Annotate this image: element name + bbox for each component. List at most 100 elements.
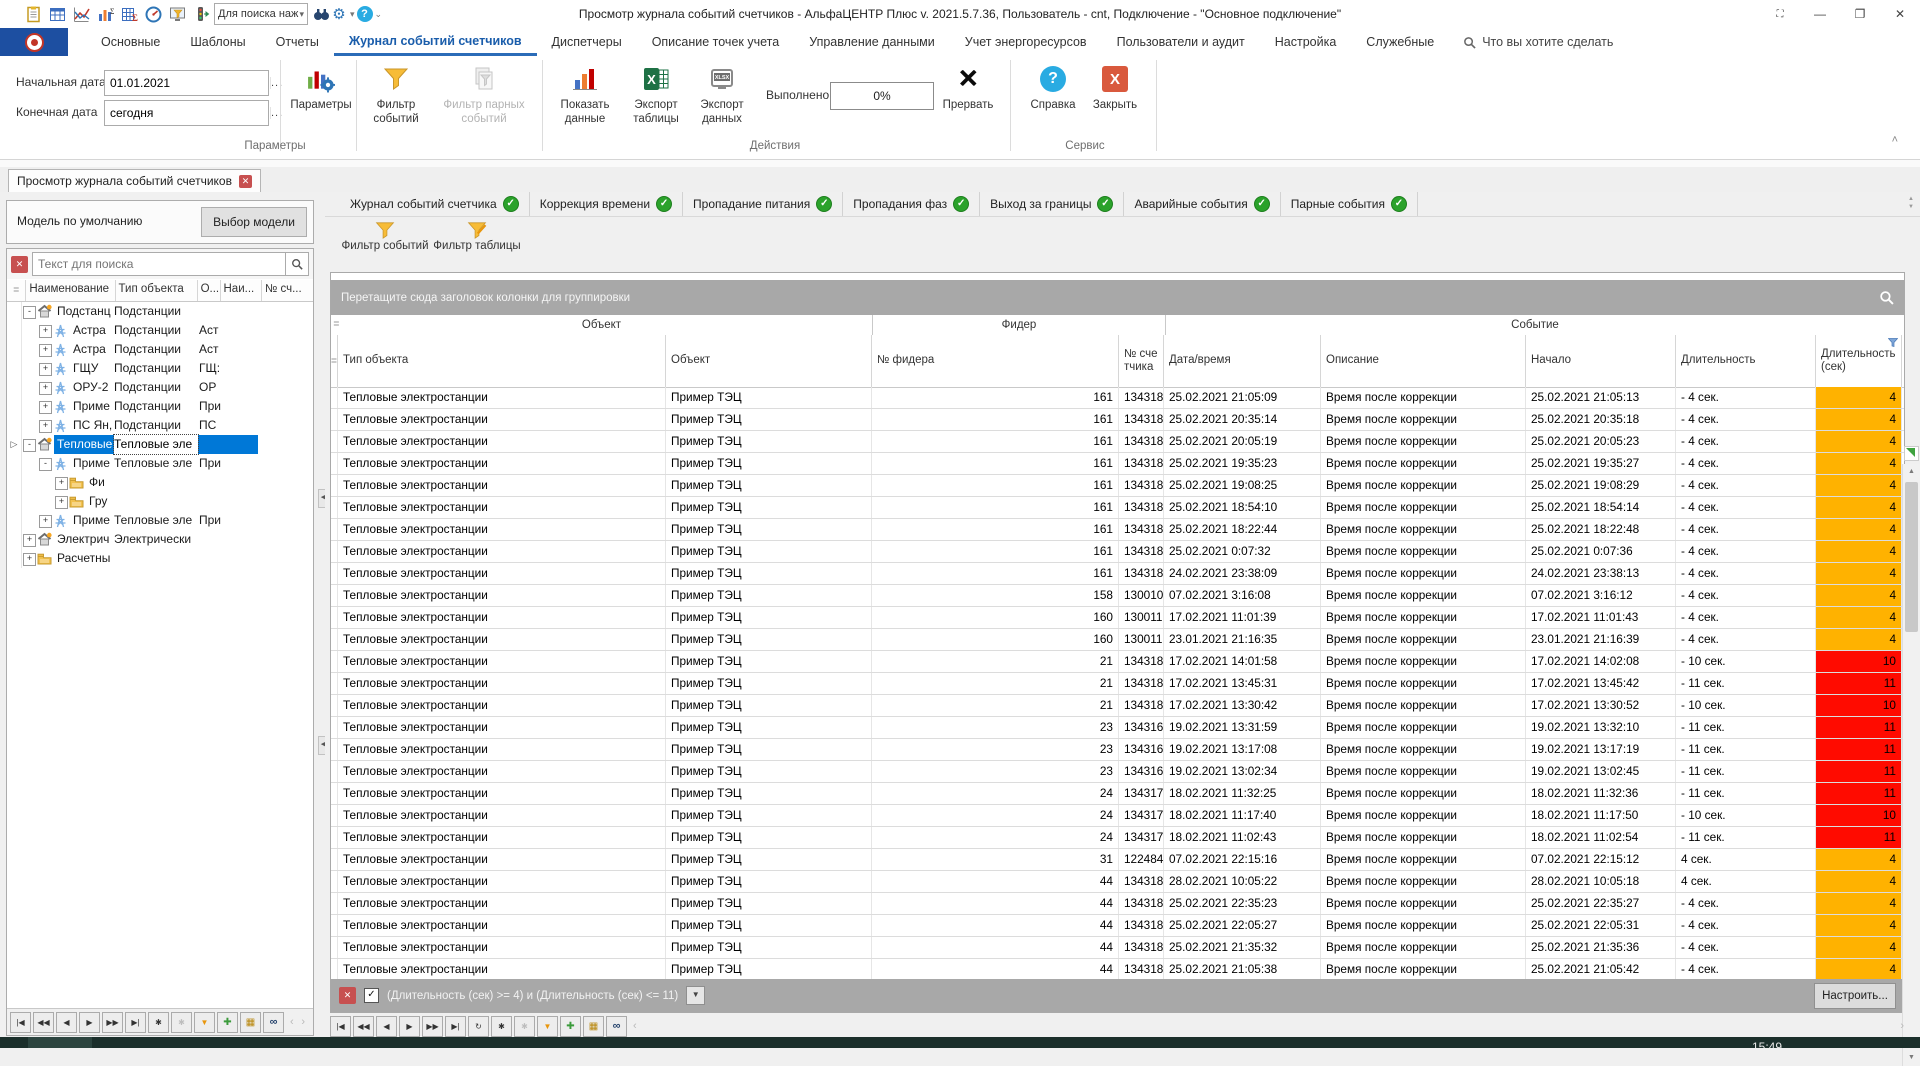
tree-item-1[interactable]: -ПодстанцПодстанции (7, 302, 313, 321)
table-row[interactable]: Тепловые электростанцииПример ТЭЦ2313431… (331, 739, 1904, 761)
customize-filter-button[interactable]: Настроить... (1814, 983, 1896, 1009)
last-button[interactable]: ▶| (125, 1012, 146, 1033)
table-row[interactable]: Тепловые электростанцииПример ТЭЦ2413431… (331, 783, 1904, 805)
close-tool-button[interactable]: X Закрыть (1086, 60, 1144, 138)
start-date-input[interactable] (105, 76, 270, 90)
tree-item-5[interactable]: +ОРУ-2ПодстанцииОР (7, 378, 313, 397)
ribbon-tab-6[interactable]: Описание точек учета (637, 28, 795, 56)
journal-icon[interactable] (24, 5, 42, 23)
taskbar-button[interactable] (28, 1037, 92, 1048)
tree-item-13[interactable]: +ЭлектричЭлектрически (7, 530, 313, 549)
filter-dropdown-icon[interactable]: ▼ (686, 986, 705, 1005)
band-event[interactable]: Событие (1166, 315, 1904, 335)
start-date-browse-button[interactable]: ... (270, 77, 283, 89)
tree-item-4[interactable]: +ГЩУПодстанцииГЩ: (7, 359, 313, 378)
event-tab-7[interactable]: Парные события✓ (1281, 192, 1418, 216)
scroll-left-icon[interactable]: ‹ (290, 1016, 294, 1028)
screen-icon[interactable]: ⛶ (1760, 0, 1800, 28)
filter-events-button[interactable]: Фильтр событий (360, 60, 432, 138)
prev-button[interactable]: ◀ (56, 1012, 77, 1033)
table-row[interactable]: Тепловые электростанцииПример ТЭЦ3112248… (331, 849, 1904, 871)
prev-page-button[interactable]: ◀◀ (353, 1016, 374, 1037)
close-tab-icon[interactable]: ✕ (239, 175, 252, 188)
prev-page-button[interactable]: ◀◀ (33, 1012, 54, 1033)
gauge-icon[interactable] (144, 5, 162, 23)
close-button[interactable]: ✕ (1880, 0, 1920, 28)
maximize-button[interactable]: ❐ (1840, 0, 1880, 28)
tree-search-field[interactable] (32, 252, 309, 276)
column-header-6[interactable]: Описание (1321, 335, 1526, 387)
table-row[interactable]: Тепловые электростанцииПример ТЭЦ1601300… (331, 607, 1904, 629)
tree-item-6[interactable]: +ПримеПодстанцииПри (7, 397, 313, 416)
help-icon[interactable]: ? (357, 6, 373, 22)
document-tab[interactable]: Просмотр журнала событий счетчиков ✕ (8, 169, 261, 192)
column-header-3[interactable]: № фидера (872, 335, 1119, 387)
end-date-input[interactable] (105, 106, 270, 120)
table-row[interactable]: Тепловые электростанцииПример ТЭЦ1611343… (331, 563, 1904, 585)
tree-item-8[interactable]: ▷-ТепловыеТепловые эле (7, 435, 313, 454)
tree-column-nai[interactable]: Наи... (221, 280, 262, 301)
ribbon-tab-8[interactable]: Учет энергоресурсов (950, 28, 1102, 56)
next-button[interactable]: ▶ (79, 1012, 100, 1033)
image-button[interactable]: ▦ (583, 1016, 604, 1037)
prev-button[interactable]: ◀ (376, 1016, 397, 1037)
event-tab-3[interactable]: Пропадание питания✓ (683, 192, 843, 216)
next-page-button[interactable]: ▶▶ (102, 1012, 123, 1033)
table-row[interactable]: Тепловые электростанцииПример ТЭЦ4413431… (331, 937, 1904, 959)
scroll-down-icon[interactable]: ▼ (1903, 1050, 1920, 1066)
band-feeder[interactable]: Фидер (873, 315, 1166, 335)
next-page-button[interactable]: ▶▶ (422, 1016, 443, 1037)
table-row[interactable]: Тепловые электростанцииПример ТЭЦ4413431… (331, 915, 1904, 937)
tree-expander-icon[interactable]: + (39, 420, 52, 433)
filter-table-tool[interactable]: Фильтр таблицы (431, 221, 523, 269)
ribbon-tab-4[interactable]: Журнал событий счетчиков (334, 28, 537, 56)
ribbon-tab-10[interactable]: Настройка (1260, 28, 1352, 56)
tree-column-o[interactable]: О... (198, 280, 221, 301)
chart-cross-icon[interactable] (72, 5, 90, 23)
connector-icon[interactable] (192, 5, 210, 23)
column-header-9[interactable]: Длительность (сек) (1816, 335, 1902, 387)
customize-toolbar-icon[interactable]: ⌄ (375, 9, 383, 20)
tree-expander-icon[interactable]: + (39, 344, 52, 357)
band-object[interactable]: ≣Объект (331, 315, 873, 335)
table-row[interactable]: Тепловые электростанцииПример ТЭЦ1581300… (331, 585, 1904, 607)
table-row[interactable]: Тепловые электростанцииПример ТЭЦ2313431… (331, 761, 1904, 783)
binoculars-button[interactable]: ∞ (263, 1012, 284, 1033)
binoculars-button[interactable]: ∞ (606, 1016, 627, 1037)
tree-item-7[interactable]: +ПС Ян,ПодстанцииПС (7, 416, 313, 435)
event-tab-5[interactable]: Выход за границы✓ (980, 192, 1124, 216)
table-row[interactable]: Тепловые электростанцииПример ТЭЦ1611343… (331, 453, 1904, 475)
tree-expander-icon[interactable]: + (23, 553, 36, 566)
table-row[interactable]: Тепловые электростанцииПример ТЭЦ2113431… (331, 673, 1904, 695)
tree-expander-icon[interactable]: + (55, 477, 68, 490)
table-row[interactable]: Тепловые электростанцииПример ТЭЦ1611343… (331, 387, 1904, 409)
column-header-4[interactable]: № счетчика (1119, 335, 1164, 387)
bar-sigma-icon[interactable]: Σ (96, 5, 114, 23)
table-icon[interactable] (48, 5, 66, 23)
table-row[interactable]: Тепловые электростанцииПример ТЭЦ1611343… (331, 409, 1904, 431)
tree-expander-icon[interactable]: + (39, 515, 52, 528)
table-row[interactable]: Тепловые электростанцииПример ТЭЦ2413431… (331, 805, 1904, 827)
refresh-button[interactable]: ↻ (468, 1016, 489, 1037)
ribbon-tab-11[interactable]: Служебные (1351, 28, 1449, 56)
column-header-8[interactable]: Длительность (1676, 335, 1816, 387)
last-button[interactable]: ▶| (445, 1016, 466, 1037)
tree-column-name[interactable]: Наименование (26, 280, 115, 301)
asterisk-off-button[interactable]: ✱ (514, 1016, 535, 1037)
scroll-up-icon[interactable]: ▲ (1903, 464, 1920, 480)
table-row[interactable]: Тепловые электростанцииПример ТЭЦ1611343… (331, 519, 1904, 541)
table-row[interactable]: Тепловые электростанцииПример ТЭЦ1611343… (331, 475, 1904, 497)
table-row[interactable]: Тепловые электростанцииПример ТЭЦ4413431… (331, 871, 1904, 893)
tree-expander-icon[interactable]: - (23, 439, 36, 452)
event-tab-4[interactable]: Пропадания фаз✓ (843, 192, 980, 216)
clear-search-button[interactable]: ✕ (11, 256, 28, 273)
scroll-right-icon[interactable]: › (1900, 1020, 1904, 1032)
tree-expander-icon[interactable]: + (39, 382, 52, 395)
tree-search-input[interactable] (33, 257, 285, 271)
tree-item-9[interactable]: -ПримеТепловые элеПри (7, 454, 313, 473)
scrollbar-thumb[interactable] (1905, 482, 1918, 632)
vertical-scrollbar[interactable]: ▲ ▼ (1902, 464, 1920, 1066)
collapse-ribbon-icon[interactable]: ˄ (1892, 134, 1898, 146)
export-data-button[interactable]: XLSX Экспорт данных (690, 60, 754, 138)
gear-icon[interactable]: ⚙ (330, 5, 348, 23)
